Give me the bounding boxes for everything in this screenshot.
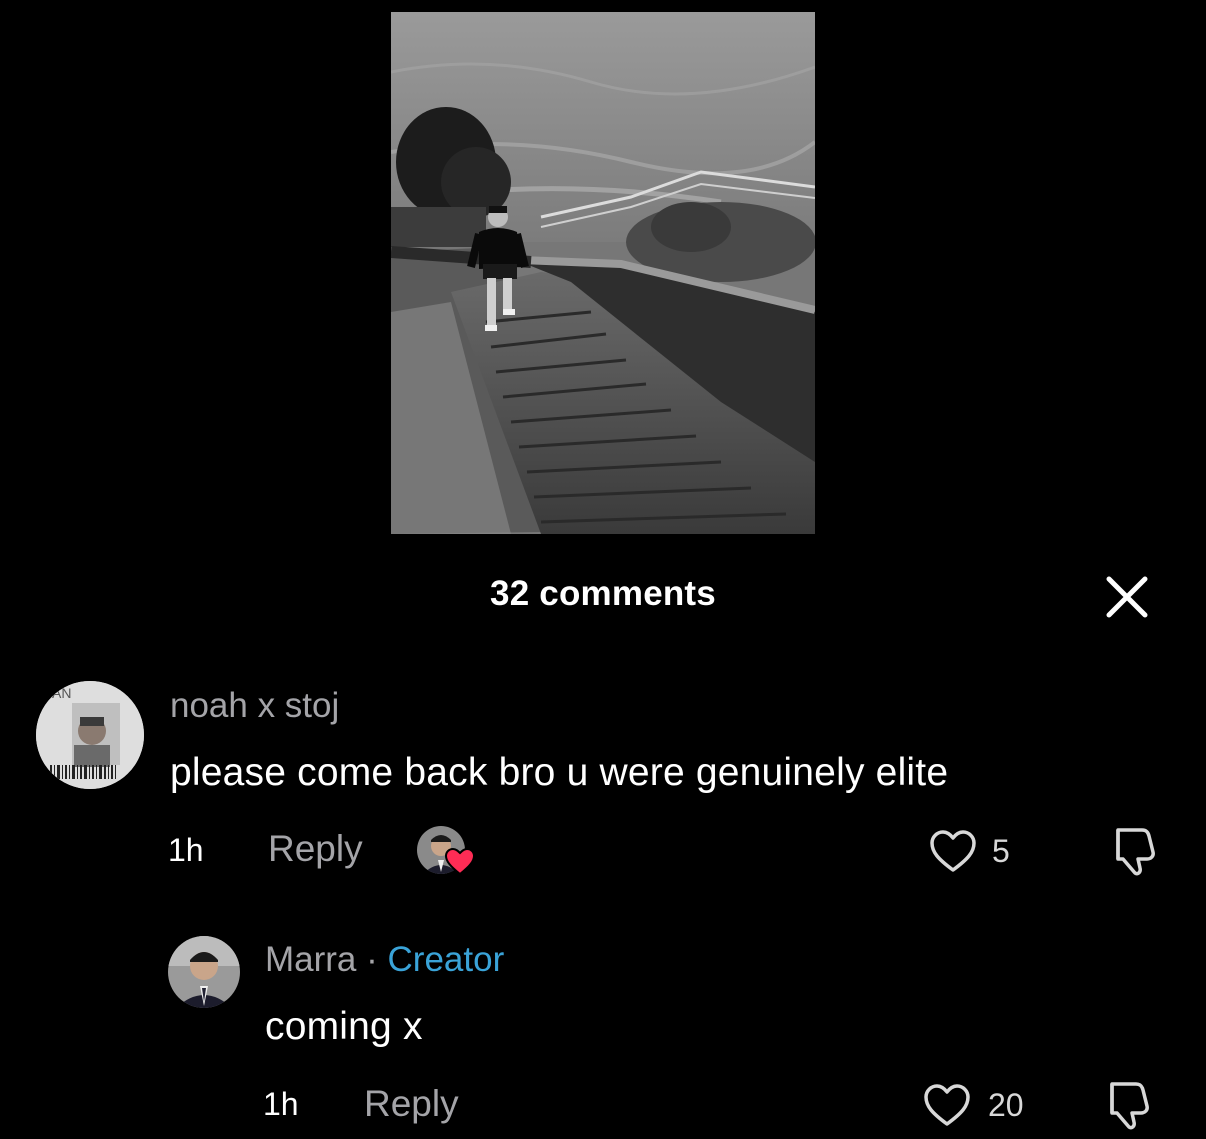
like-count: 20	[988, 1087, 1024, 1123]
thumbs-down-icon	[1110, 1082, 1149, 1130]
heart-outline-icon	[930, 830, 976, 872]
reply-button[interactable]: Reply	[268, 828, 363, 870]
dislike-button[interactable]	[1102, 1078, 1154, 1132]
creator-liked-indicator	[417, 826, 477, 878]
comments-sheet: 32 comments AN noah x stoj please come b…	[0, 0, 1206, 1139]
avatar-image	[168, 936, 240, 1008]
comment-username[interactable]: noah x stoj	[170, 686, 339, 726]
comment-username-line: Marra · Creator	[265, 940, 504, 980]
like-button[interactable]: 5	[928, 828, 1028, 878]
comment-text: please come back bro u were genuinely el…	[170, 751, 949, 794]
close-icon	[1106, 576, 1148, 618]
heart-outline-icon	[924, 1084, 970, 1126]
dislike-button[interactable]	[1108, 824, 1160, 878]
video-thumbnail[interactable]	[391, 12, 815, 534]
comments-count-title: 32 comments	[490, 574, 716, 613]
reply-comment-item: Marra · Creator coming x 1h Reply 20	[0, 930, 1206, 1139]
username-separator: ·	[356, 940, 388, 979]
comment-timestamp: 1h	[168, 832, 204, 868]
comment-timestamp: 1h	[263, 1086, 299, 1122]
close-button[interactable]	[1104, 574, 1150, 620]
avatar[interactable]	[168, 936, 240, 1008]
comment-username[interactable]: Marra	[265, 940, 356, 979]
comment-item: AN noah x stoj please come back bro u we…	[0, 670, 1206, 890]
avatar-overlay-text: AN	[52, 685, 72, 701]
reply-button[interactable]: Reply	[364, 1083, 459, 1125]
comment-text: coming x	[265, 1005, 423, 1048]
thumbs-down-icon	[1116, 828, 1155, 876]
creator-badge: Creator	[387, 940, 505, 979]
creator-heart-icon	[445, 848, 475, 876]
avatar[interactable]: AN	[36, 681, 144, 789]
like-count: 5	[992, 833, 1010, 869]
like-button[interactable]: 20	[922, 1082, 1042, 1132]
video-thumbnail-image	[391, 12, 815, 534]
